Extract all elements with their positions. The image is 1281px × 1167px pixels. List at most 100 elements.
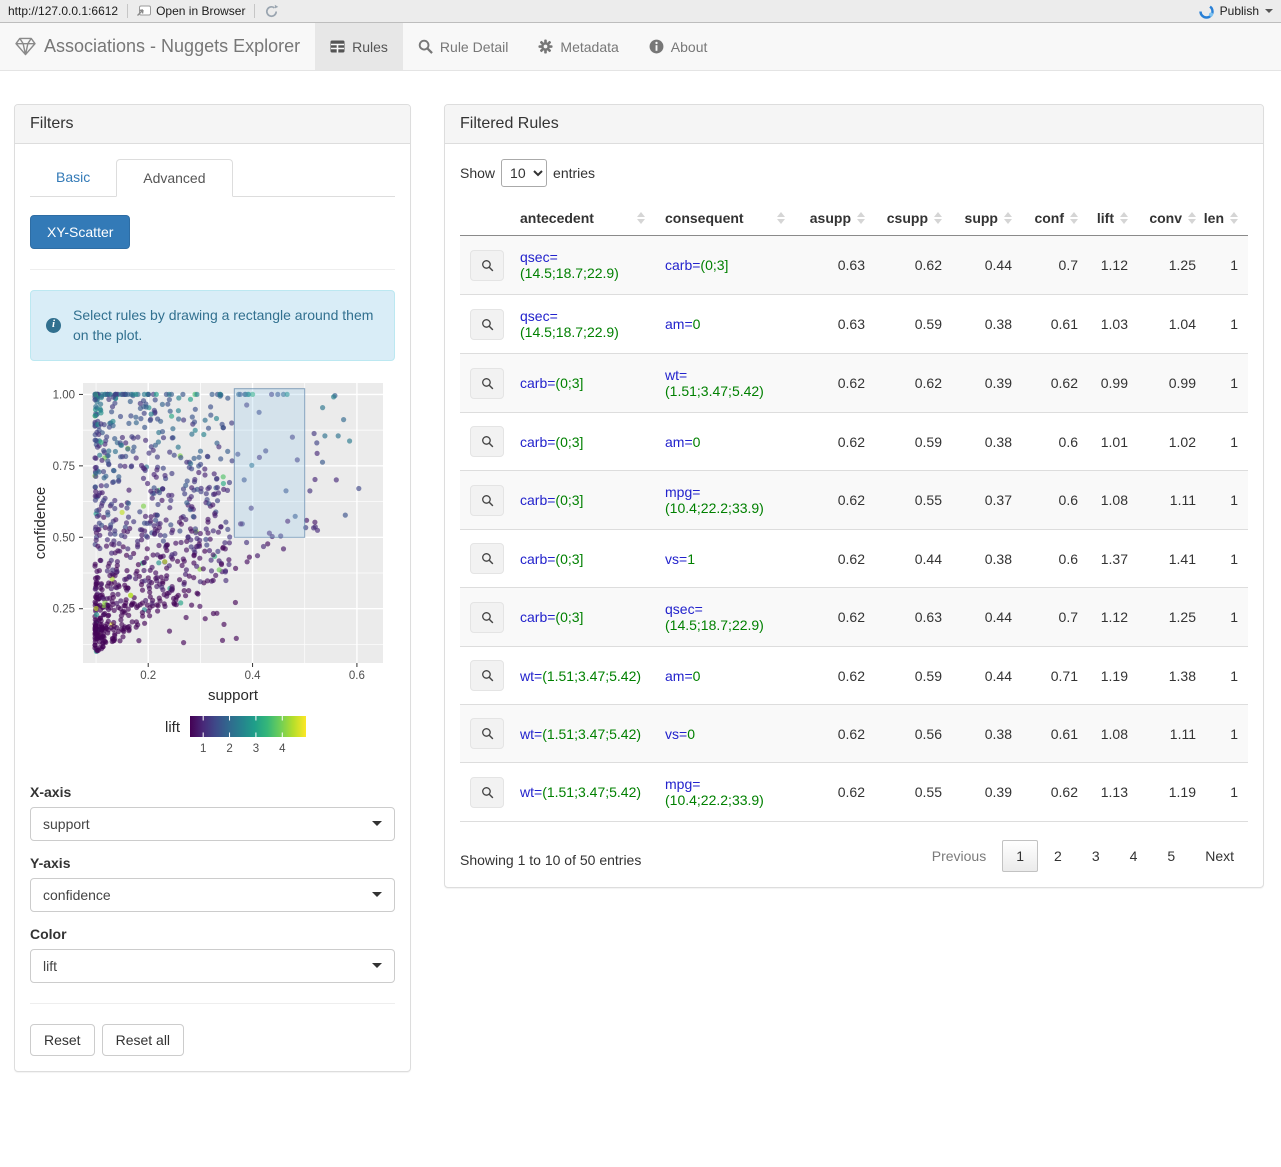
app-navbar: Associations - Nuggets Explorer Rules Ru… — [0, 23, 1281, 71]
asupp-cell: 0.62 — [795, 353, 875, 413]
color-select[interactable]: lift — [30, 948, 395, 983]
page-button-2[interactable]: 2 — [1040, 840, 1076, 872]
rule-attribute: carb= — [520, 375, 556, 391]
rule-attribute: mpg= — [665, 776, 701, 792]
conv-cell: 1.41 — [1138, 529, 1206, 588]
rule-attribute: carb= — [520, 550, 556, 567]
page-length-select[interactable]: 10 — [501, 159, 548, 187]
column-label: csupp — [886, 210, 928, 226]
column-header-conf[interactable]: conf — [1022, 201, 1088, 236]
reset-button[interactable]: Reset — [30, 1023, 95, 1056]
csupp-cell: 0.55 — [875, 470, 952, 530]
gear-icon — [538, 39, 553, 54]
scatter-plot[interactable]: 0.25 0.50 0.75 1.00 0.2 0.4 0.6 support confiden… — [30, 375, 395, 770]
supp-cell: 0.39 — [952, 353, 1022, 413]
conv-cell: 0.99 — [1138, 353, 1206, 413]
sort-arrows-icon[interactable] — [1004, 212, 1012, 224]
main-nav: Rules Rule Detail Metadata About — [315, 23, 722, 70]
publish-icon — [1198, 3, 1214, 19]
antecedent-cell: carb=(0;3] — [510, 529, 655, 588]
page-button-3[interactable]: 3 — [1078, 840, 1114, 872]
column-header-lift[interactable]: lift — [1088, 201, 1138, 236]
info-icon — [649, 39, 664, 54]
reset-all-button[interactable]: Reset all — [101, 1023, 185, 1056]
column-header-supp[interactable]: supp — [952, 201, 1022, 236]
conf-cell: 0.62 — [1022, 353, 1088, 413]
tab-rules[interactable]: Rules — [315, 23, 403, 70]
y-axis-select[interactable]: confidence — [30, 877, 395, 912]
inspect-rule-button[interactable] — [470, 484, 504, 516]
inspect-rule-button[interactable] — [470, 426, 504, 457]
supp-cell: 0.38 — [952, 529, 1022, 588]
page-button-4[interactable]: 4 — [1116, 840, 1152, 872]
inspect-rule-button[interactable] — [470, 776, 504, 808]
sort-arrows-icon[interactable] — [637, 212, 645, 224]
len-cell: 1 — [1206, 470, 1248, 530]
column-header-len[interactable]: len — [1204, 201, 1248, 236]
sort-arrows-icon[interactable] — [1070, 212, 1078, 224]
table-row: carb=(0;3] qsec=(14.5;18.7;22.9) 0.62 0.63 0… — [460, 587, 1248, 647]
sort-arrows-icon[interactable] — [934, 212, 942, 224]
inspect-rule-button[interactable] — [470, 601, 504, 633]
toolbar-divider — [254, 4, 256, 18]
sort-arrows-icon[interactable] — [1230, 212, 1238, 224]
rule-attribute: qsec= — [520, 249, 558, 265]
table-row: carb=(0;3] vs=1 0.62 0.44 0.38 0.6 1.37 1.41 1 — [460, 529, 1248, 588]
publish-caret-icon[interactable] — [1265, 9, 1273, 13]
publish-button[interactable]: Publish — [1220, 4, 1259, 18]
column-header-conv[interactable]: conv — [1138, 201, 1206, 236]
inspect-rule-button[interactable] — [470, 660, 504, 691]
page-button-1[interactable]: 1 — [1002, 840, 1039, 872]
gem-icon — [15, 37, 36, 56]
len-cell: 1 — [1206, 587, 1248, 647]
tab-metadata[interactable]: Metadata — [523, 23, 633, 70]
inspect-rule-button[interactable] — [470, 308, 504, 340]
inspect-rule-button[interactable] — [470, 367, 504, 399]
column-header-consequent[interactable]: consequent — [655, 201, 795, 236]
asupp-cell: 0.62 — [795, 762, 875, 822]
sort-arrows-icon[interactable] — [857, 212, 865, 224]
color-label: Color — [30, 925, 67, 942]
csupp-cell: 0.59 — [875, 294, 952, 354]
conf-cell: 0.6 — [1022, 412, 1088, 471]
supp-cell: 0.38 — [952, 412, 1022, 471]
inspect-rule-button[interactable] — [470, 718, 504, 749]
rule-attribute: wt= — [520, 667, 543, 684]
x-axis-select[interactable]: support — [30, 806, 395, 841]
tab-about[interactable]: About — [634, 23, 723, 70]
xy-scatter-button[interactable]: XY-Scatter — [30, 215, 131, 249]
rule-attribute: qsec= — [520, 308, 558, 324]
column-header-asupp[interactable]: asupp — [795, 201, 875, 236]
table-row: wt=(1.51;3.47;5.42) am=0 0.62 0.59 0.44 0.71 1… — [460, 646, 1248, 705]
svg-text:0.50: 0.50 — [53, 532, 75, 544]
search-icon — [481, 436, 493, 448]
page-button-5[interactable]: 5 — [1153, 840, 1189, 872]
column-header-csupp[interactable]: csupp — [875, 201, 952, 236]
inspect-rule-button[interactable] — [470, 543, 504, 574]
conv-cell: 1.11 — [1138, 470, 1206, 530]
previous-page-button[interactable]: Previous — [918, 840, 1000, 872]
consequent-cell: am=0 — [655, 294, 795, 354]
tab-rule-detail[interactable]: Rule Detail — [403, 23, 523, 70]
rule-value: (10.4;22.2;33.9) — [665, 792, 764, 808]
sort-arrows-icon[interactable] — [1188, 212, 1196, 224]
scatter-plot-svg[interactable]: 0.25 0.50 0.75 1.00 0.2 0.4 0.6 support confiden… — [30, 375, 386, 767]
column-header-antecedent[interactable]: antecedent — [510, 201, 655, 236]
inspect-rule-button[interactable] — [470, 249, 504, 281]
refresh-button[interactable] — [264, 4, 279, 19]
open-in-browser-button[interactable]: Open in Browser — [137, 4, 245, 18]
svg-text:lift: lift — [165, 719, 181, 736]
antecedent-cell: carb=(0;3] — [510, 470, 655, 530]
rule-attribute: am= — [665, 316, 693, 332]
tab-basic[interactable]: Basic — [30, 159, 116, 197]
sort-arrows-icon[interactable] — [1120, 212, 1128, 224]
table-icon — [330, 40, 345, 53]
csupp-cell: 0.44 — [875, 529, 952, 588]
next-page-button[interactable]: Next — [1191, 840, 1248, 872]
tab-advanced[interactable]: Advanced — [116, 159, 233, 197]
brush-selection — [233, 387, 306, 538]
divider — [30, 1002, 395, 1004]
rule-value: (0;3] — [700, 257, 729, 273]
asupp-cell: 0.62 — [795, 412, 875, 471]
sort-arrows-icon[interactable] — [777, 212, 785, 224]
